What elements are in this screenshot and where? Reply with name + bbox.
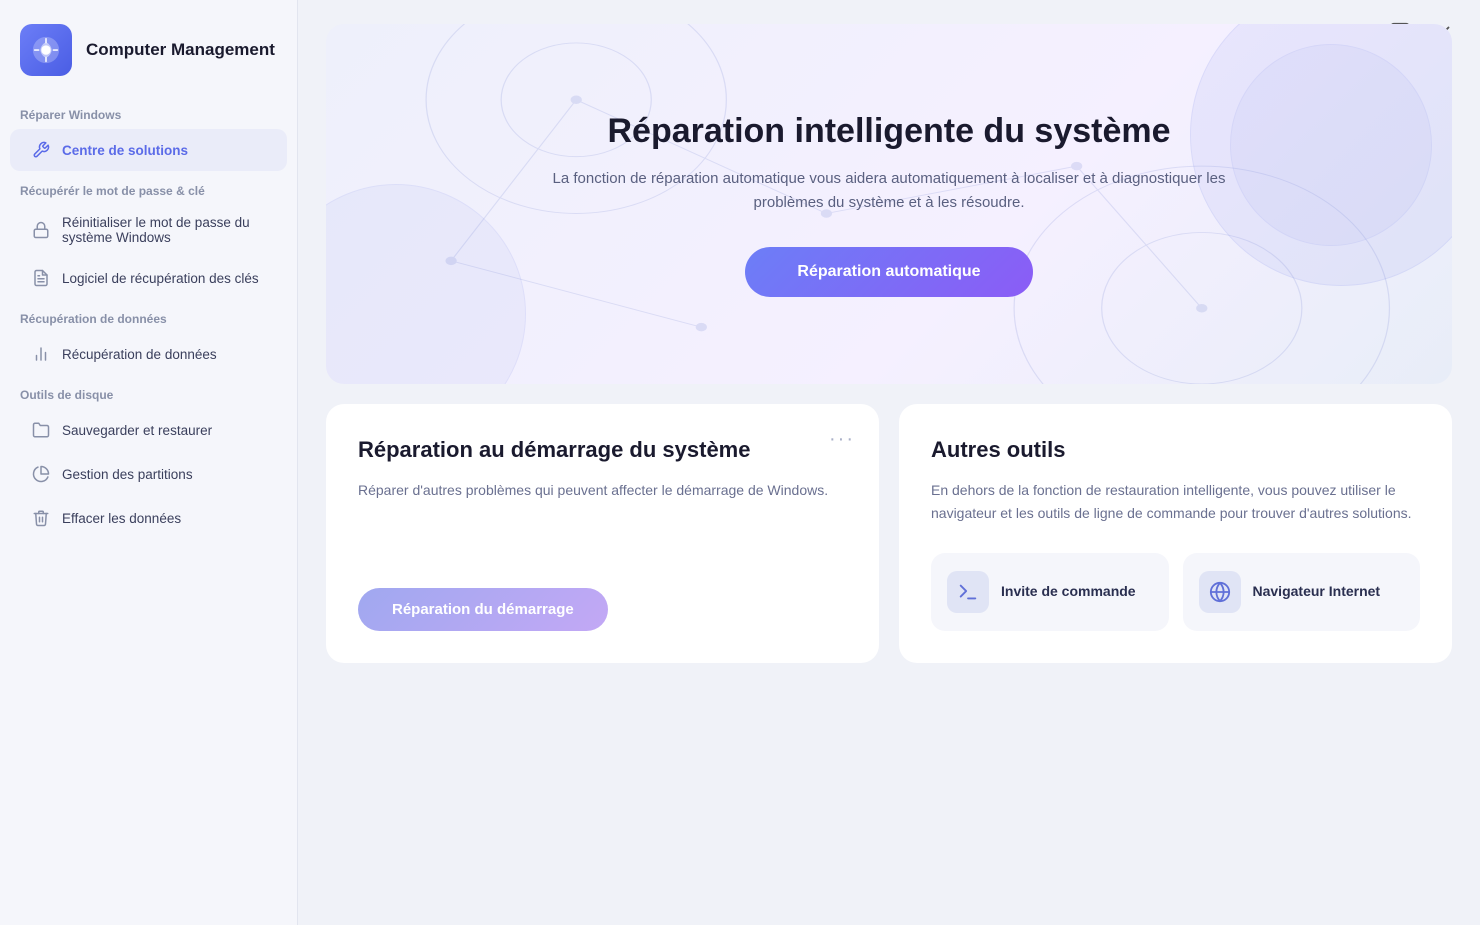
tool-item-terminal[interactable]: Invite de commande: [931, 553, 1169, 631]
hero-title: Réparation intelligente du système: [607, 112, 1170, 151]
sidebar-item-label-logiciel: Logiciel de récupération des clés: [62, 271, 259, 286]
lock-icon: [30, 219, 52, 241]
sidebar-item-label-reinitialiser: Réinitialiser le mot de passe du système…: [62, 215, 267, 245]
browser-tool-label: Navigateur Internet: [1253, 582, 1381, 601]
auto-repair-button[interactable]: Réparation automatique: [745, 247, 1032, 297]
sidebar-item-label-partitions: Gestion des partitions: [62, 467, 193, 482]
hero-card: Réparation intelligente du système La fo…: [326, 24, 1452, 384]
chart-icon: [30, 343, 52, 365]
tools-card-desc: En dehors de la fonction de restauration…: [931, 479, 1420, 525]
sidebar-item-reinitialiser[interactable]: Réinitialiser le mot de passe du système…: [10, 205, 287, 255]
section-label-reparer: Réparer Windows: [0, 96, 297, 128]
startup-repair-card: ··· Réparation au démarrage du système R…: [326, 404, 879, 663]
globe-icon-wrapper: [1199, 571, 1241, 613]
terminal-icon-wrapper: [947, 571, 989, 613]
startup-repair-button[interactable]: Réparation du démarrage: [358, 588, 608, 631]
sidebar-item-recuperation[interactable]: Récupération de données: [10, 333, 287, 375]
sidebar-item-label-sauvegarder: Sauvegarder et restaurer: [62, 423, 212, 438]
startup-card-title: Réparation au démarrage du système: [358, 436, 847, 465]
main-content: Réparation intelligente du système La fo…: [298, 0, 1480, 925]
section-label-donnees: Récupération de données: [0, 300, 297, 332]
hero-deco-left: [326, 184, 526, 384]
sidebar-item-logiciel-recuperation[interactable]: Logiciel de récupération des clés: [10, 257, 287, 299]
sidebar-item-partitions[interactable]: Gestion des partitions: [10, 453, 287, 495]
app-title: Computer Management: [86, 39, 275, 61]
more-options-button[interactable]: ···: [829, 428, 855, 451]
sidebar: Computer Management Réparer Windows Cent…: [0, 0, 298, 925]
sidebar-item-sauvegarder[interactable]: Sauvegarder et restaurer: [10, 409, 287, 451]
folder-icon: [30, 419, 52, 441]
hero-description: La fonction de réparation automatique vo…: [549, 167, 1229, 215]
sidebar-item-label-centre: Centre de solutions: [62, 143, 188, 158]
section-label-motdepasse: Récupérér le mot de passe & clé: [0, 172, 297, 204]
pie-icon: [30, 463, 52, 485]
tools-grid: Invite de commande Navigateur Internet: [931, 553, 1420, 631]
sidebar-item-label-effacer: Effacer les données: [62, 511, 181, 526]
wrench-icon: [30, 139, 52, 161]
app-header: Computer Management: [0, 0, 297, 96]
sidebar-item-centre-de-solutions[interactable]: Centre de solutions: [10, 129, 287, 171]
app-logo: [20, 24, 72, 76]
startup-card-desc: Réparer d'autres problèmes qui peuvent a…: [358, 479, 847, 502]
tools-card-title: Autres outils: [931, 436, 1420, 465]
bottom-row: ··· Réparation au démarrage du système R…: [326, 404, 1452, 663]
section-label-disque: Outils de disque: [0, 376, 297, 408]
tool-item-browser[interactable]: Navigateur Internet: [1183, 553, 1421, 631]
terminal-tool-label: Invite de commande: [1001, 582, 1136, 601]
sidebar-item-effacer[interactable]: Effacer les données: [10, 497, 287, 539]
trash-icon: [30, 507, 52, 529]
sidebar-item-label-recuperation: Récupération de données: [62, 347, 217, 362]
file-icon: [30, 267, 52, 289]
other-tools-card: Autres outils En dehors de la fonction d…: [899, 404, 1452, 663]
